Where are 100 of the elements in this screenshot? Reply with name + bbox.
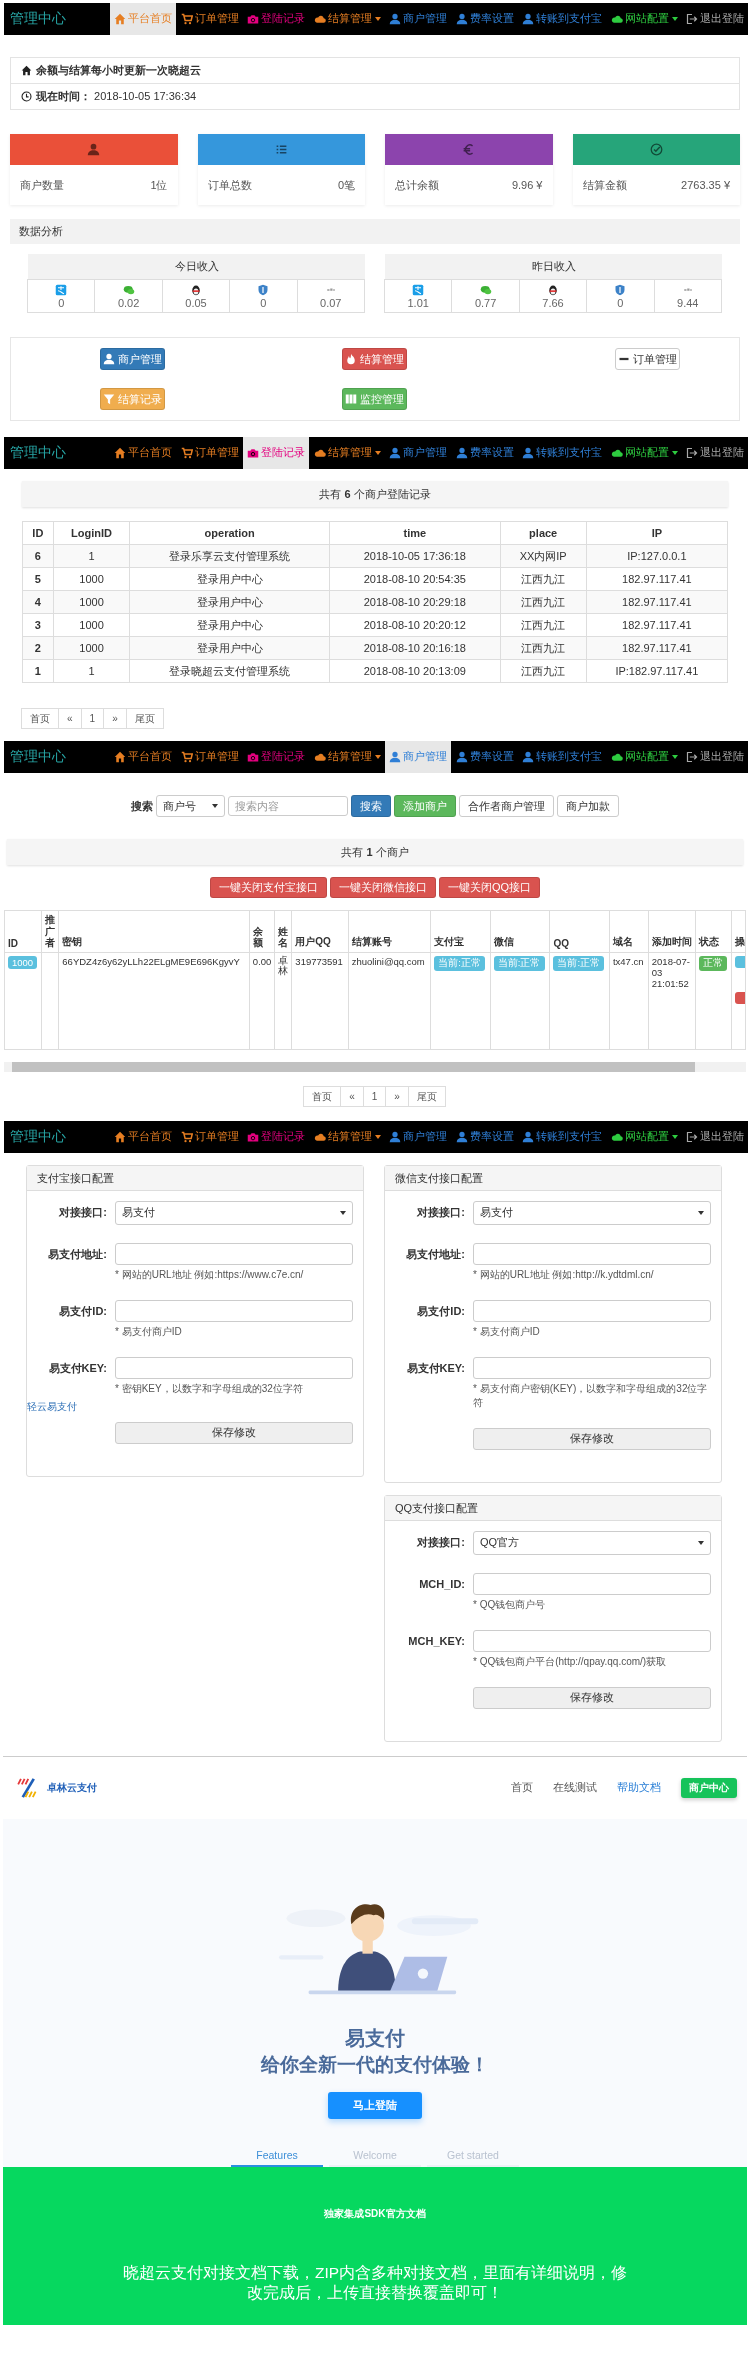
nav-item[interactable]: 订单管理 xyxy=(176,1120,243,1153)
nav-item[interactable]: 费率设置 xyxy=(451,1120,518,1153)
field-label: 易支付ID: xyxy=(416,1303,465,1319)
column-header: 微信 xyxy=(490,910,550,952)
nav-item[interactable]: 退出登陆 xyxy=(682,437,748,469)
income-value: 7.66 xyxy=(542,296,564,309)
nav-item[interactable]: 费率设置 xyxy=(451,3,518,35)
search-label: 搜索 xyxy=(131,798,153,814)
brand-title[interactable]: 管理中心 xyxy=(4,3,110,35)
nav-item[interactable]: 登陆记录 xyxy=(243,741,309,773)
nav-item[interactable]: 平台首页 xyxy=(110,1120,176,1153)
income-value: 0.05 xyxy=(185,296,207,309)
cut-off-button[interactable] xyxy=(735,955,745,968)
interface-select[interactable]: 易支付 xyxy=(473,1200,711,1225)
shortcut-button[interactable]: 结算管理 xyxy=(342,348,408,370)
filter-select[interactable]: 商户号 xyxy=(156,795,225,817)
nav-item[interactable]: 费率设置 xyxy=(451,741,518,773)
nav-item[interactable]: 商户管理 xyxy=(385,1120,451,1153)
nav-item[interactable]: 订单管理 xyxy=(176,3,243,35)
nav-item[interactable]: 结算管理 xyxy=(309,3,385,35)
column-header: 操 xyxy=(731,910,746,952)
nav-item[interactable]: 网站配置 xyxy=(606,1120,682,1153)
save-button[interactable]: 保存修改 xyxy=(115,1421,353,1444)
nav-item[interactable]: 商户管理 xyxy=(385,741,451,773)
input-field[interactable] xyxy=(115,1242,353,1265)
pagination-link[interactable]: 1 xyxy=(80,708,105,729)
table-cell: 江西九江 xyxy=(500,613,587,637)
nav-item[interactable]: 商户管理 xyxy=(385,3,451,35)
shield-icon xyxy=(614,283,627,296)
nav-item[interactable]: 转账到支付宝 xyxy=(518,741,606,773)
nav-item[interactable]: 转账到支付宝 xyxy=(518,3,606,35)
wechat-icon xyxy=(479,283,492,296)
brand-title[interactable]: 管理中心 xyxy=(4,741,110,773)
nav-item[interactable]: 订单管理 xyxy=(176,437,243,469)
search-field[interactable]: 搜索内容 xyxy=(228,796,348,816)
table-cell: 0.00 xyxy=(249,952,275,1049)
input-field[interactable] xyxy=(473,1242,711,1265)
toolbar-button[interactable]: 商户加款 xyxy=(557,795,619,817)
bulk-close-button[interactable]: 一键关闭支付宝接口 xyxy=(209,877,327,898)
brand-title[interactable]: 管理中心 xyxy=(4,1120,110,1153)
pagination-link[interactable]: 尾页 xyxy=(125,708,164,729)
input-field[interactable] xyxy=(115,1299,353,1322)
nav-item[interactable]: 转账到支付宝 xyxy=(518,437,606,469)
nav-item[interactable]: 退出登陆 xyxy=(682,1120,748,1153)
brand-title[interactable]: 管理中心 xyxy=(4,437,110,469)
interface-select[interactable]: 易支付 xyxy=(115,1200,353,1225)
table-cell: 2 xyxy=(22,636,54,660)
column-header: LoginID xyxy=(53,521,130,545)
pagination-link[interactable]: 首页 xyxy=(21,708,59,729)
nav-link[interactable]: 首页 xyxy=(511,1780,533,1795)
panel-title: QQ支付接口配置 xyxy=(385,1495,721,1521)
bulk-close-button[interactable]: 一键关闭微信接口 xyxy=(329,877,436,898)
nav-item[interactable]: 转账到支付宝 xyxy=(518,1120,606,1153)
save-button[interactable]: 保存修改 xyxy=(473,1427,711,1450)
nav-item[interactable]: 订单管理 xyxy=(176,741,243,773)
horizontal-scrollbar[interactable] xyxy=(4,1061,746,1072)
nav-item[interactable]: 退出登陆 xyxy=(682,741,748,773)
pagination-link[interactable]: » xyxy=(385,1085,409,1107)
input-field[interactable] xyxy=(473,1356,711,1379)
pagination-link[interactable]: 1 xyxy=(362,1085,387,1107)
nav-item[interactable]: 退出登陆 xyxy=(682,3,748,35)
bulk-close-button[interactable]: 一键关闭QQ接口 xyxy=(438,877,541,898)
cut-off-button[interactable] xyxy=(735,991,745,1004)
column-header: 支付宝 xyxy=(430,910,491,952)
summary-bar: 共有 6 个商户登陆记录 xyxy=(22,481,728,507)
toolbar-button[interactable]: 合作者商户管理 xyxy=(459,795,554,817)
nav-item[interactable]: 登陆记录 xyxy=(243,437,309,469)
input-field[interactable] xyxy=(473,1629,711,1652)
pagination-link[interactable]: « xyxy=(58,708,82,729)
nav-item[interactable]: 网站配置 xyxy=(606,437,682,469)
interface-select[interactable]: QQ官方 xyxy=(473,1530,711,1555)
nav-item[interactable]: 结算管理 xyxy=(309,437,385,469)
nav-item[interactable]: 网站配置 xyxy=(606,741,682,773)
nav-item[interactable]: 费率设置 xyxy=(451,437,518,469)
pagination-link[interactable]: 首页 xyxy=(303,1085,342,1107)
table-cell: 2018-07-03 21:01:52 xyxy=(648,952,696,1049)
nav-item[interactable]: 登陆记录 xyxy=(243,3,309,35)
nav-item[interactable]: 结算管理 xyxy=(309,1120,385,1153)
shortcut-button[interactable]: 商户管理 xyxy=(99,348,165,370)
nav-item[interactable]: 平台首页 xyxy=(110,437,176,469)
pagination-link[interactable]: » xyxy=(103,708,127,729)
nav-link[interactable]: 在线测试 xyxy=(553,1780,597,1795)
link[interactable]: 轻云易支付 xyxy=(27,1399,353,1414)
nav-item[interactable]: 登陆记录 xyxy=(243,1120,309,1153)
nav-item[interactable]: 平台首页 xyxy=(110,741,176,773)
fire-icon xyxy=(345,353,358,365)
nav-item[interactable]: 结算管理 xyxy=(309,741,385,773)
nav-item[interactable]: 网站配置 xyxy=(606,3,682,35)
shortcut-button[interactable]: 订单管理 xyxy=(615,348,681,370)
stat-label: 订单总数 xyxy=(207,177,252,193)
nav-link[interactable]: 帮助文档 xyxy=(617,1780,661,1795)
nav-item[interactable]: 商户管理 xyxy=(385,437,451,469)
save-button[interactable]: 保存修改 xyxy=(473,1686,711,1709)
input-field[interactable] xyxy=(115,1356,353,1379)
pagination-link[interactable]: « xyxy=(340,1085,364,1107)
pagination-link[interactable]: 尾页 xyxy=(407,1085,446,1107)
input-field[interactable] xyxy=(473,1572,711,1595)
toolbar-button[interactable]: 搜索 xyxy=(351,795,391,817)
input-field[interactable] xyxy=(473,1299,711,1322)
table-cell: 2018-08-10 20:29:18 xyxy=(329,590,501,614)
